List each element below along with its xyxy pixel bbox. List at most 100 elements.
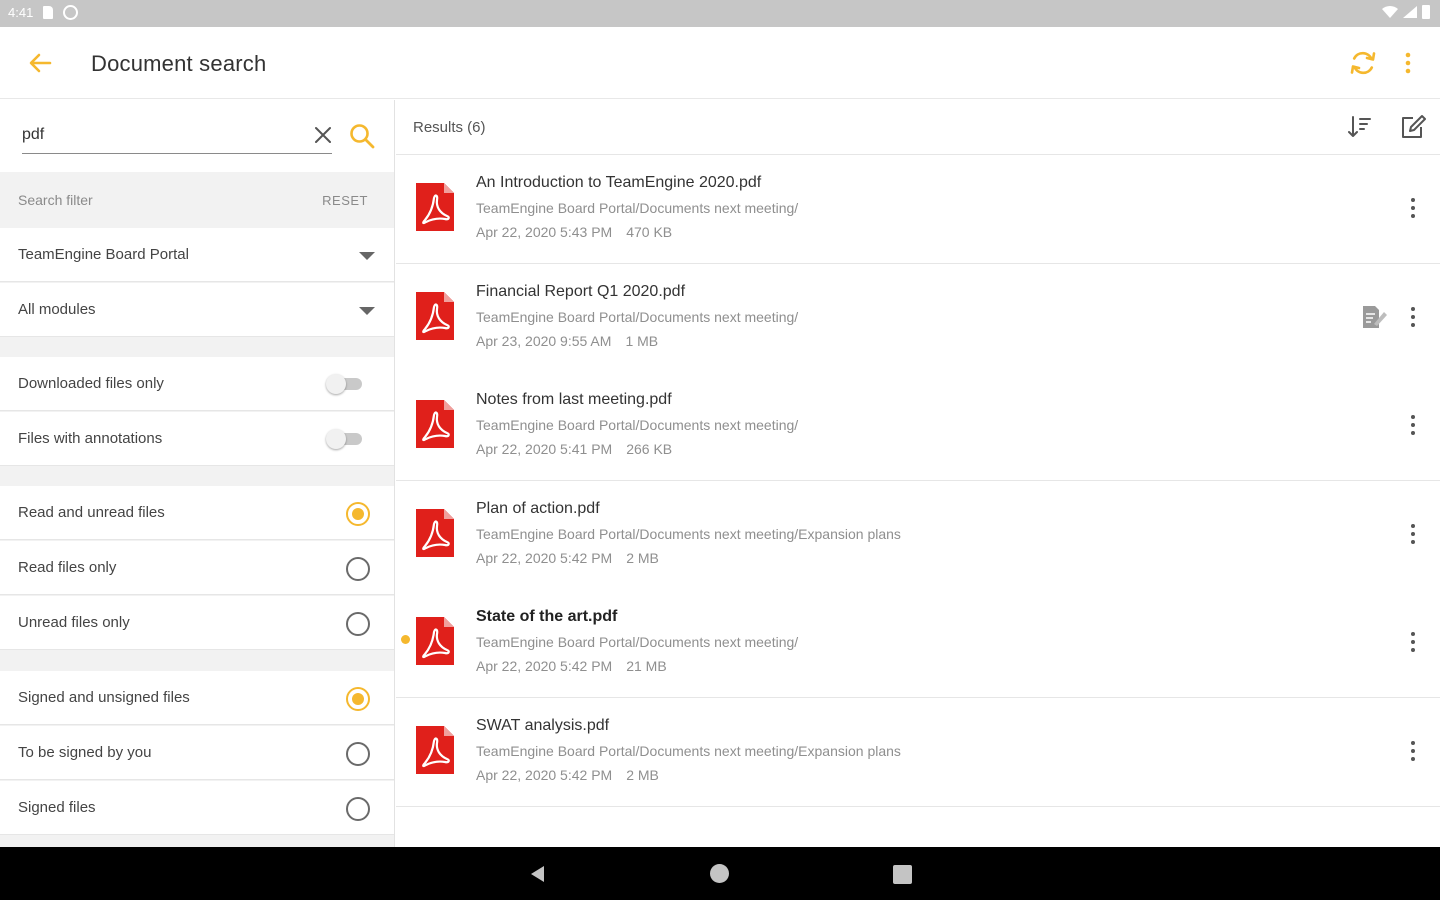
signal-icon — [1403, 6, 1417, 18]
filter-panel: Search filter RESET TeamEngine Board Por… — [0, 100, 395, 847]
sort-icon[interactable] — [1346, 114, 1372, 140]
radio-unread-only[interactable] — [346, 612, 370, 636]
pdf-file-icon — [416, 183, 454, 231]
dropdown-arrow-icon — [359, 252, 375, 260]
radio-row-unread-only[interactable]: Unread files only — [0, 596, 394, 650]
file-size: 2 MB — [626, 550, 659, 566]
results-panel: Results (6) An Introduction to TeamEngin… — [396, 100, 1440, 847]
radio-row-read-unread[interactable]: Read and unread files — [0, 486, 394, 540]
nav-recents-icon[interactable] — [893, 865, 912, 884]
pdf-file-icon — [416, 726, 454, 774]
source-dropdown[interactable]: TeamEngine Board Portal — [0, 228, 394, 282]
module-dropdown-value: All modules — [18, 301, 96, 318]
page-title: Document search — [91, 51, 267, 76]
result-item[interactable]: An Introduction to TeamEngine 2020.pdf T… — [396, 155, 1440, 264]
nav-home-icon[interactable] — [710, 864, 729, 883]
file-path: TeamEngine Board Portal/Documents next m… — [476, 200, 799, 216]
file-size: 2 MB — [626, 767, 659, 783]
pdf-file-icon — [416, 400, 454, 448]
file-date: Apr 22, 2020 5:42 PM — [476, 658, 613, 674]
toggle-row-downloaded[interactable]: Downloaded files only — [0, 357, 394, 411]
file-size: 266 KB — [626, 441, 673, 457]
file-meta: Apr 22, 2020 5:42 PM 21 MB — [476, 658, 667, 674]
module-dropdown[interactable]: All modules — [0, 283, 394, 337]
results-header: Results (6) — [396, 100, 1440, 155]
search-box — [0, 100, 394, 172]
file-path: TeamEngine Board Portal/Documents next m… — [476, 526, 901, 542]
source-dropdown-value: TeamEngine Board Portal — [18, 246, 189, 263]
app-bar: Document search — [0, 27, 1440, 99]
sd-card-icon — [43, 6, 54, 19]
search-icon[interactable] — [348, 122, 376, 150]
radio-label: Signed files — [18, 799, 96, 816]
more-vertical-icon[interactable] — [1403, 195, 1423, 221]
annotations-toggle[interactable] — [326, 429, 364, 449]
pdf-file-icon — [416, 509, 454, 557]
file-path: TeamEngine Board Portal/Documents next m… — [476, 743, 901, 759]
reset-button[interactable]: RESET — [322, 193, 368, 208]
status-time: 4:41 — [8, 5, 34, 20]
radio-row-to-be-signed[interactable]: To be signed by you — [0, 726, 394, 780]
unread-indicator — [401, 635, 410, 644]
file-path: TeamEngine Board Portal/Documents next m… — [476, 309, 799, 325]
radio-label: Read and unread files — [18, 504, 165, 521]
result-item[interactable]: SWAT analysis.pdf TeamEngine Board Porta… — [396, 698, 1440, 807]
more-vertical-icon[interactable] — [1403, 304, 1423, 330]
toggle-label: Files with annotations — [18, 430, 163, 447]
radio-read-and-unread[interactable] — [346, 502, 370, 526]
toggle-row-annotations[interactable]: Files with annotations — [0, 412, 394, 466]
file-name: Financial Report Q1 2020.pdf — [476, 283, 686, 300]
downloaded-only-toggle[interactable] — [326, 374, 364, 394]
more-vertical-icon[interactable] — [1403, 412, 1423, 438]
file-date: Apr 23, 2020 9:55 AM — [476, 333, 612, 349]
file-name: State of the art.pdf — [476, 608, 618, 625]
system-nav-bar — [0, 847, 1440, 900]
result-item[interactable]: State of the art.pdf TeamEngine Board Po… — [396, 589, 1440, 698]
radio-label: Read files only — [18, 559, 117, 576]
arrow-left-icon[interactable] — [24, 47, 56, 79]
radio-label: Signed and unsigned files — [18, 689, 190, 706]
wifi-icon — [1382, 5, 1398, 19]
file-path: TeamEngine Board Portal/Documents next m… — [476, 634, 799, 650]
pdf-file-icon — [416, 292, 454, 340]
sync-icon[interactable] — [1348, 48, 1378, 78]
close-icon[interactable] — [312, 124, 334, 146]
radio-label: Unread files only — [18, 614, 130, 631]
radio-label: To be signed by you — [18, 744, 152, 761]
radio-row-signed-unsigned[interactable]: Signed and unsigned files — [0, 671, 394, 725]
file-date: Apr 22, 2020 5:42 PM — [476, 550, 613, 566]
results-count: Results (6) — [413, 119, 486, 136]
edit-icon[interactable] — [1399, 114, 1427, 140]
search-input[interactable] — [22, 122, 332, 154]
radio-row-signed[interactable]: Signed files — [0, 781, 394, 835]
radio-row-read-only[interactable]: Read files only — [0, 541, 394, 595]
file-size: 470 KB — [626, 224, 673, 240]
file-name: Notes from last meeting.pdf — [476, 391, 672, 408]
radio-signed-files[interactable] — [346, 797, 370, 821]
more-vertical-icon[interactable] — [1398, 48, 1418, 78]
file-meta: Apr 22, 2020 5:42 PM 2 MB — [476, 550, 659, 566]
nav-back-icon[interactable] — [528, 864, 548, 884]
result-item[interactable]: Notes from last meeting.pdf TeamEngine B… — [396, 372, 1440, 481]
radio-signed-and-unsigned[interactable] — [346, 687, 370, 711]
result-item[interactable]: Financial Report Q1 2020.pdf TeamEngine … — [396, 264, 1440, 373]
more-vertical-icon[interactable] — [1403, 521, 1423, 547]
signature-icon[interactable] — [1360, 304, 1388, 330]
result-item[interactable]: Plan of action.pdf TeamEngine Board Port… — [396, 481, 1440, 590]
toggle-label: Downloaded files only — [18, 375, 164, 392]
radio-read-only[interactable] — [346, 557, 370, 581]
dropdown-arrow-icon — [359, 307, 375, 315]
file-path: TeamEngine Board Portal/Documents next m… — [476, 417, 799, 433]
file-size: 21 MB — [626, 658, 667, 674]
file-meta: Apr 22, 2020 5:42 PM 2 MB — [476, 767, 659, 783]
file-name: SWAT analysis.pdf — [476, 717, 610, 734]
file-date: Apr 22, 2020 5:42 PM — [476, 767, 613, 783]
status-bar: 4:41 — [0, 0, 1440, 27]
file-meta: Apr 22, 2020 5:43 PM 470 KB — [476, 224, 672, 240]
pdf-file-icon — [416, 617, 454, 665]
battery-icon — [1422, 5, 1430, 19]
more-vertical-icon[interactable] — [1403, 629, 1423, 655]
more-vertical-icon[interactable] — [1403, 738, 1423, 764]
file-date: Apr 22, 2020 5:43 PM — [476, 224, 613, 240]
radio-to-be-signed[interactable] — [346, 742, 370, 766]
